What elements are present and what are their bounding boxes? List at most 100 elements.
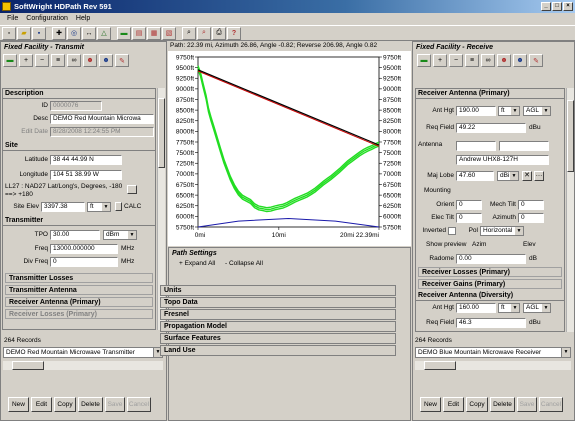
new-file-icon[interactable]: ▫	[2, 26, 16, 40]
receive-cancel-button[interactable]: Cancel	[539, 397, 563, 412]
receive-new-button[interactable]: New	[420, 397, 441, 412]
longitude-field[interactable]: 104 51 38.99 W	[50, 170, 122, 180]
tools-icon[interactable]: ✎	[115, 54, 129, 67]
receiver-antenna-primary-group[interactable]: Receiver Antenna (Primary)	[5, 297, 153, 307]
elec-tilt-field[interactable]: 0	[456, 213, 482, 223]
user-icon[interactable]: ☻	[83, 54, 97, 67]
transmitter-losses-group[interactable]: Transmitter Losses	[5, 273, 153, 283]
profile-icon[interactable]: ▬	[117, 26, 131, 40]
freq-field[interactable]: 13000.000000	[50, 244, 118, 254]
receive-edit-button[interactable]: Edit	[443, 397, 464, 412]
save-icon[interactable]: ▪	[32, 26, 46, 40]
site-elev-field[interactable]: 3397.38	[41, 202, 85, 212]
transmitter-antenna-group[interactable]: Transmitter Antenna	[5, 285, 153, 295]
zoom-in-icon[interactable]: ⌕	[182, 26, 196, 40]
list-icon[interactable]: ≡	[51, 54, 65, 67]
browse-antenna-button[interactable]: …	[534, 171, 544, 181]
menu-file[interactable]: File	[3, 13, 22, 25]
expand-all-link[interactable]: + Expand All	[179, 260, 215, 267]
settings-land-use[interactable]: Land Use	[160, 345, 396, 356]
desc-field[interactable]: DEMO Red Mountain Microwa	[50, 114, 154, 124]
pol-dropdown[interactable]: Horizontal	[480, 226, 524, 236]
profile-icon[interactable]: ▬	[3, 54, 17, 67]
collapse-all-link[interactable]: - Collapse All	[225, 260, 263, 267]
layers-icon[interactable]: ▤	[132, 26, 146, 40]
arrow-icon[interactable]: ↔	[82, 26, 96, 40]
user-icon[interactable]: ☻	[497, 54, 511, 67]
latitude-field[interactable]: 38 44 44.99 N	[50, 155, 122, 165]
receive-hscroll-thumb[interactable]	[424, 361, 456, 370]
tpo-unit-dropdown[interactable]: dBm	[103, 230, 137, 240]
receiver-gains-primary-group[interactable]: Receiver Gains (Primary)	[418, 279, 562, 289]
settings-surface-features[interactable]: Surface Features	[160, 333, 396, 344]
settings-topo-data[interactable]: Topo Data	[160, 297, 396, 308]
transmit-new-button[interactable]: New	[8, 397, 29, 412]
ant-hgt-ref-dropdown[interactable]: AGL	[523, 106, 551, 116]
remove-icon[interactable]: −	[449, 54, 463, 67]
antenna-name-field[interactable]: Andrew UHX8-127H	[456, 155, 549, 165]
target-icon[interactable]: ◎	[67, 26, 81, 40]
inverted-checkbox[interactable]	[448, 227, 456, 235]
datum-button[interactable]	[127, 185, 137, 194]
transmit-delete-button[interactable]: Delete	[78, 397, 103, 412]
mountain-icon[interactable]: △	[97, 26, 111, 40]
receive-record-selector[interactable]: DEMO Blue Mountain Microwave Receiver ▼	[415, 347, 571, 358]
close-button[interactable]: ×	[563, 2, 573, 11]
antenna-mfr-field[interactable]	[456, 141, 496, 151]
remove-icon[interactable]: −	[35, 54, 49, 67]
transmit-cancel-button[interactable]: Cancel	[127, 397, 151, 412]
ant-hgt-field[interactable]: 190.00	[456, 106, 496, 116]
tpo-field[interactable]: 30.00	[50, 230, 100, 240]
antenna-model-field[interactable]	[499, 141, 549, 151]
menu-configuration[interactable]: Configuration	[22, 13, 72, 25]
print-icon[interactable]: ⎙	[212, 26, 226, 40]
receive-scroll-thumb[interactable]	[567, 100, 574, 172]
maximize-button[interactable]: □	[552, 2, 562, 11]
site-elev-unit-dropdown[interactable]: ft	[87, 202, 111, 212]
receive-save-button[interactable]: Save	[517, 397, 537, 412]
clear-antenna-button[interactable]: ✕	[522, 171, 532, 181]
div-ant-hgt-unit-dropdown[interactable]: ft	[498, 303, 520, 313]
user-icon[interactable]: ☻	[99, 54, 113, 67]
add-icon[interactable]: +	[433, 54, 447, 67]
transmit-hscrollbar[interactable]	[3, 361, 163, 370]
help-icon[interactable]: ?	[227, 26, 241, 40]
settings-propagation-model[interactable]: Propagation Model	[160, 321, 396, 332]
azimuth-field[interactable]: 0	[518, 213, 544, 223]
open-folder-icon[interactable]: ▰	[17, 26, 31, 40]
receive-copy-button[interactable]: Copy	[466, 397, 488, 412]
list-icon[interactable]: ≡	[465, 54, 479, 67]
calc-checkbox[interactable]	[115, 202, 122, 211]
report-icon[interactable]: ▦	[147, 26, 161, 40]
receive-hscrollbar[interactable]	[415, 361, 571, 370]
transmit-scroll-thumb[interactable]	[158, 98, 165, 168]
receive-form-scrollbar[interactable]	[566, 88, 574, 332]
zoom-out-icon[interactable]: ⌕	[197, 26, 211, 40]
expand-icon[interactable]: ✚	[52, 26, 66, 40]
transmit-copy-button[interactable]: Copy	[54, 397, 76, 412]
receiver-losses-primary-group[interactable]: Receiver Losses (Primary)	[5, 309, 153, 319]
div-freq-field[interactable]: 0	[50, 257, 118, 267]
div-ant-hgt-field[interactable]: 160.00	[456, 303, 496, 313]
div-req-field-value[interactable]: 46.3	[456, 318, 526, 328]
transmit-record-selector[interactable]: DEMO Red Mountain Microwave Transmitter …	[3, 347, 163, 358]
div-ant-hgt-ref-dropdown[interactable]: AGL	[523, 303, 551, 313]
settings-units[interactable]: Units	[160, 285, 396, 296]
orient-field[interactable]: 0	[456, 200, 482, 210]
profile-icon[interactable]: ▬	[417, 54, 431, 67]
tools-icon[interactable]: ✎	[529, 54, 543, 67]
receive-delete-button[interactable]: Delete	[490, 397, 515, 412]
ant-hgt-unit-dropdown[interactable]: ft	[498, 106, 520, 116]
settings-fresnel[interactable]: Fresnel	[160, 309, 396, 320]
add-icon[interactable]: +	[19, 54, 33, 67]
maj-lobe-unit-dropdown[interactable]: dBi	[497, 171, 519, 181]
binoculars-icon[interactable]: ∞	[481, 54, 495, 67]
minimize-button[interactable]: _	[541, 2, 551, 11]
transmit-edit-button[interactable]: Edit	[31, 397, 52, 412]
transmit-hscroll-thumb[interactable]	[12, 361, 44, 370]
menu-help[interactable]: Help	[72, 13, 94, 25]
user-icon[interactable]: ☻	[513, 54, 527, 67]
maj-lobe-field[interactable]: 47.60	[456, 171, 494, 181]
radome-field[interactable]: 0.00	[456, 254, 526, 264]
receiver-losses-primary-group[interactable]: Receiver Losses (Primary)	[418, 267, 562, 277]
